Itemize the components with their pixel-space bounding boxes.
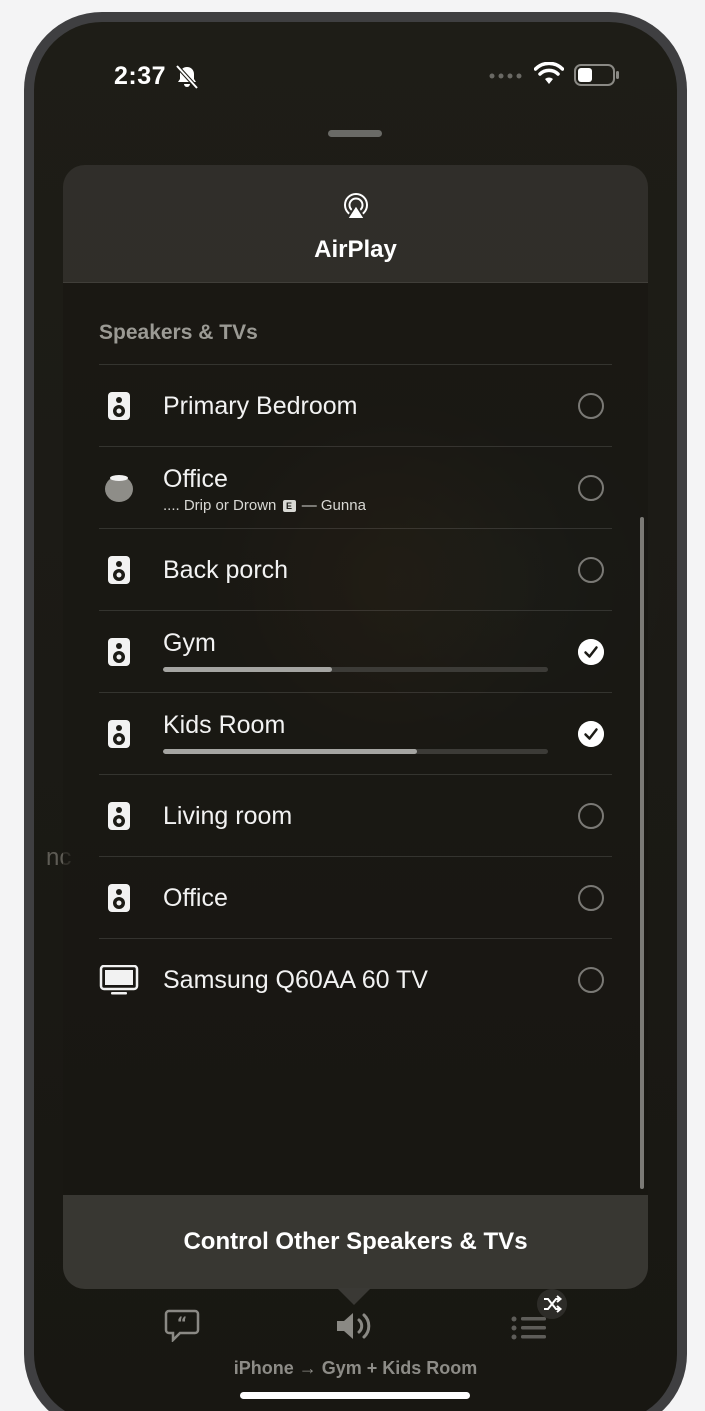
device-radio[interactable] [578,557,604,583]
speaker-icon [108,638,130,666]
now-playing-info: .... Drip or Drown E — Gunna [163,497,366,514]
device-name: Gym [163,629,216,657]
signal-dots-icon [489,73,522,79]
control-other-speakers-button[interactable]: Control Other Speakers & TVs [63,1195,648,1289]
device-row[interactable]: Office .... Drip or Drown E — Gunna [99,446,612,528]
device-row[interactable]: Back porch [99,528,612,610]
device-name: Kids Room [163,711,286,739]
volume-slider[interactable] [163,749,548,754]
now-playing-title: Drip or Drown [183,497,277,514]
device-radio[interactable] [578,885,604,911]
homepod-mini-icon [105,475,133,502]
device-radio[interactable] [578,803,604,829]
audio-route-label: iPhone → Gym + Kids Room [233,1358,478,1378]
status-bar: 2:37 [34,62,677,98]
speaker-icon [108,392,130,420]
sheet-title: AirPlay [314,236,397,263]
device-list: Primary Bedroom Office .... Drip or Drow… [99,364,612,1020]
phone-frame: nc 2:37 AirPlay Speakers & TVs Primary B… [24,12,687,1411]
queue-list-icon[interactable] [510,1312,548,1344]
device-radio[interactable] [578,967,604,993]
lyrics-icon[interactable]: “ [164,1308,200,1342]
checkmark-icon[interactable] [578,721,604,747]
tv-icon [99,965,139,995]
device-row[interactable]: Kids Room [99,692,612,774]
status-time: 2:37 [114,62,167,90]
device-name: Living room [163,802,293,830]
speaker-icon [108,556,130,584]
device-row[interactable]: Gym [99,610,612,692]
svg-text:“: “ [177,1313,188,1332]
airplay-icon [344,193,368,220]
device-row[interactable]: Living room [99,774,612,856]
screen: nc 2:37 AirPlay Speakers & TVs Primary B… [34,22,677,1411]
playing-dots-icon: .... [163,497,184,514]
device-row[interactable]: Primary Bedroom [99,364,612,446]
bell-slash-icon [175,64,199,90]
home-indicator[interactable] [240,1392,470,1399]
device-name: Samsung Q60AA 60 TV [163,966,428,994]
device-radio[interactable] [578,475,604,501]
sheet-header: AirPlay [63,165,648,283]
now-playing-artist: — Gunna [301,497,366,514]
volume-fill [163,749,418,754]
volume-slider[interactable] [163,667,548,672]
speaker-wave-icon[interactable] [335,1310,377,1342]
battery-icon [574,64,619,86]
scrollbar[interactable] [640,517,644,1189]
volume-fill [163,667,333,672]
shuffle-icon[interactable] [537,1289,567,1319]
device-row[interactable]: Office [99,856,612,938]
section-label: Speakers & TVs [99,321,258,344]
speaker-icon [108,884,130,912]
device-name: Office [163,884,228,912]
device-name: Primary Bedroom [163,392,358,420]
device-name: Back porch [163,556,289,584]
popover-pointer [337,1288,371,1305]
device-row[interactable]: Samsung Q60AA 60 TV [99,938,612,1020]
speaker-icon [108,720,130,748]
speaker-icon [108,802,130,830]
sheet-grabber[interactable] [328,130,382,137]
wifi-icon [534,62,564,84]
device-name: Office [163,465,228,493]
device-radio[interactable] [578,393,604,419]
explicit-badge: E [282,500,296,512]
checkmark-icon[interactable] [578,639,604,665]
airplay-sheet: AirPlay Speakers & TVs Primary Bedroom O… [63,165,648,1289]
